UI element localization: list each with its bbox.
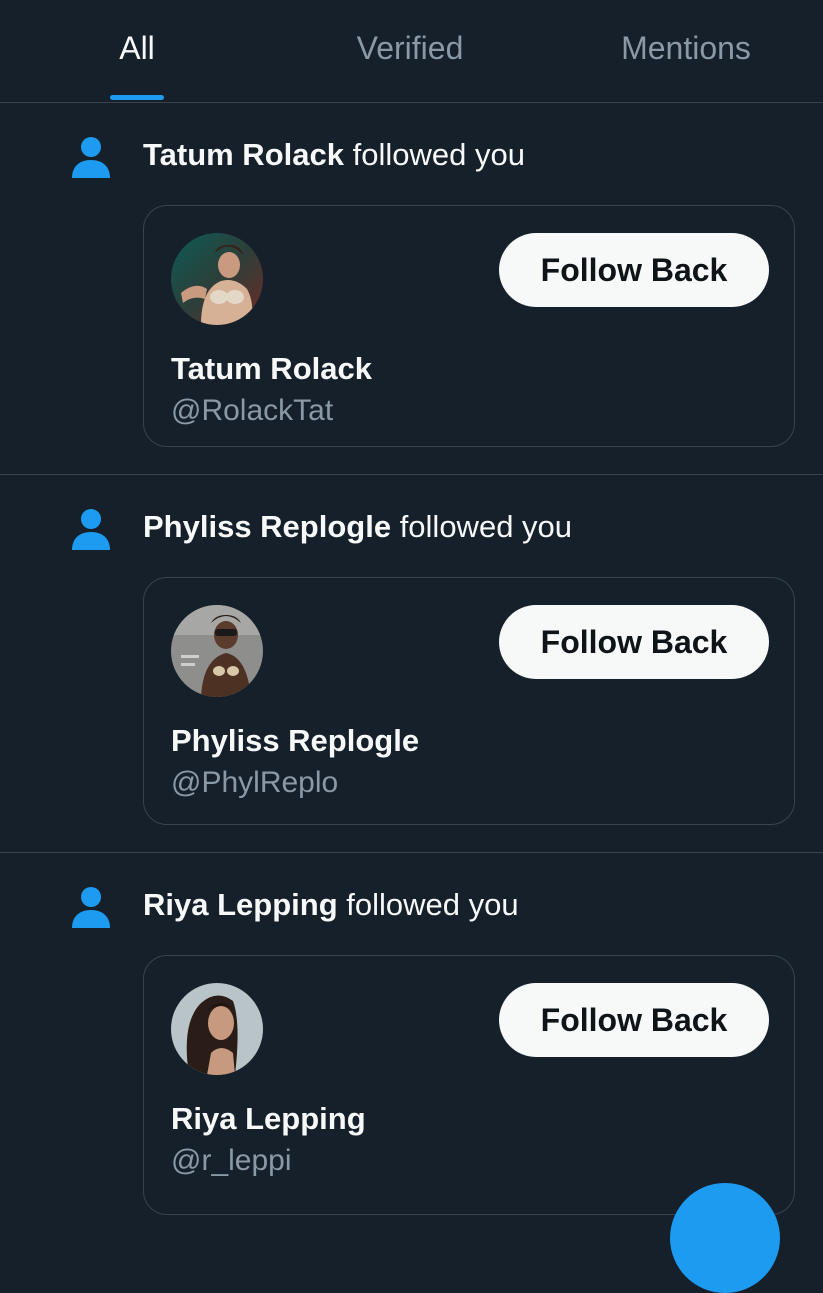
- follow-back-button[interactable]: Follow Back: [499, 983, 769, 1057]
- avatar[interactable]: [171, 605, 263, 697]
- follow-back-button[interactable]: Follow Back: [499, 233, 769, 307]
- notification-headline: Phyliss Replogle followed you: [143, 509, 572, 545]
- notification-action-text: followed you: [391, 509, 573, 544]
- notification-item[interactable]: Tatum Rolack followed you Follow Back Ta…: [0, 103, 823, 475]
- tab-all[interactable]: All: [119, 30, 155, 67]
- user-card[interactable]: Follow Back Riya Lepping @r_leppi: [143, 955, 795, 1215]
- user-card[interactable]: Follow Back Phyliss Replogle @PhylReplo: [143, 577, 795, 825]
- notification-tabs: All Verified Mentions: [0, 0, 823, 103]
- active-tab-indicator: [110, 95, 164, 100]
- follower-name-link[interactable]: Tatum Rolack: [143, 137, 344, 172]
- follower-name-link[interactable]: Riya Lepping: [143, 887, 338, 922]
- avatar[interactable]: [171, 983, 263, 1075]
- tab-verified[interactable]: Verified: [357, 30, 464, 67]
- person-icon: [72, 887, 110, 928]
- notification-headline: Tatum Rolack followed you: [143, 137, 525, 173]
- user-handle: @r_leppi: [171, 1144, 292, 1177]
- user-display-name: Tatum Rolack: [171, 351, 372, 386]
- follower-name-link[interactable]: Phyliss Replogle: [143, 509, 391, 544]
- notification-action-text: followed you: [337, 887, 519, 922]
- tab-mentions[interactable]: Mentions: [621, 30, 751, 67]
- notification-item[interactable]: Riya Lepping followed you Follow Back Ri…: [0, 853, 823, 1215]
- follow-back-button[interactable]: Follow Back: [499, 605, 769, 679]
- person-icon: [72, 137, 110, 178]
- notification-headline: Riya Lepping followed you: [143, 887, 519, 923]
- user-handle: @RolackTat: [171, 394, 334, 427]
- notification-item[interactable]: Phyliss Replogle followed you Follow Bac…: [0, 475, 823, 853]
- user-display-name: Riya Lepping: [171, 1101, 366, 1136]
- user-display-name: Phyliss Replogle: [171, 723, 420, 758]
- notification-action-text: followed you: [343, 137, 525, 172]
- user-handle: @PhylReplo: [171, 766, 339, 799]
- person-icon: [72, 509, 110, 550]
- avatar[interactable]: [171, 233, 263, 325]
- user-card[interactable]: Follow Back Tatum Rolack @RolackTat: [143, 205, 795, 447]
